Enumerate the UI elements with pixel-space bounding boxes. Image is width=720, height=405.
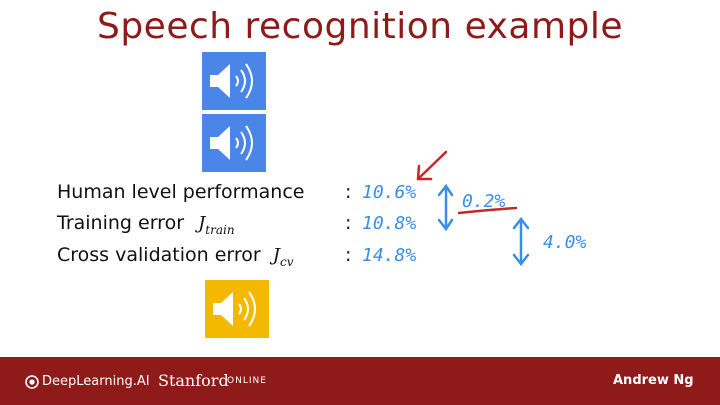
footer-brand-deeplearning: DeepLearning.AI (42, 374, 150, 389)
annotation-overlay (416, 150, 530, 267)
footer-brand-stanford: Stanford (158, 371, 229, 390)
double-arrow-icon (512, 216, 530, 267)
red-underline (457, 206, 518, 215)
footer-brand-online: ONLINE (227, 376, 267, 386)
double-arrow-icon (437, 183, 454, 232)
deeplearning-logo-icon (25, 375, 39, 389)
footer-bar: DeepLearning.AI Stanford ONLINE Andrew N… (0, 357, 720, 405)
red-arrow-icon (416, 150, 448, 181)
footer-author: Andrew Ng (613, 373, 694, 388)
